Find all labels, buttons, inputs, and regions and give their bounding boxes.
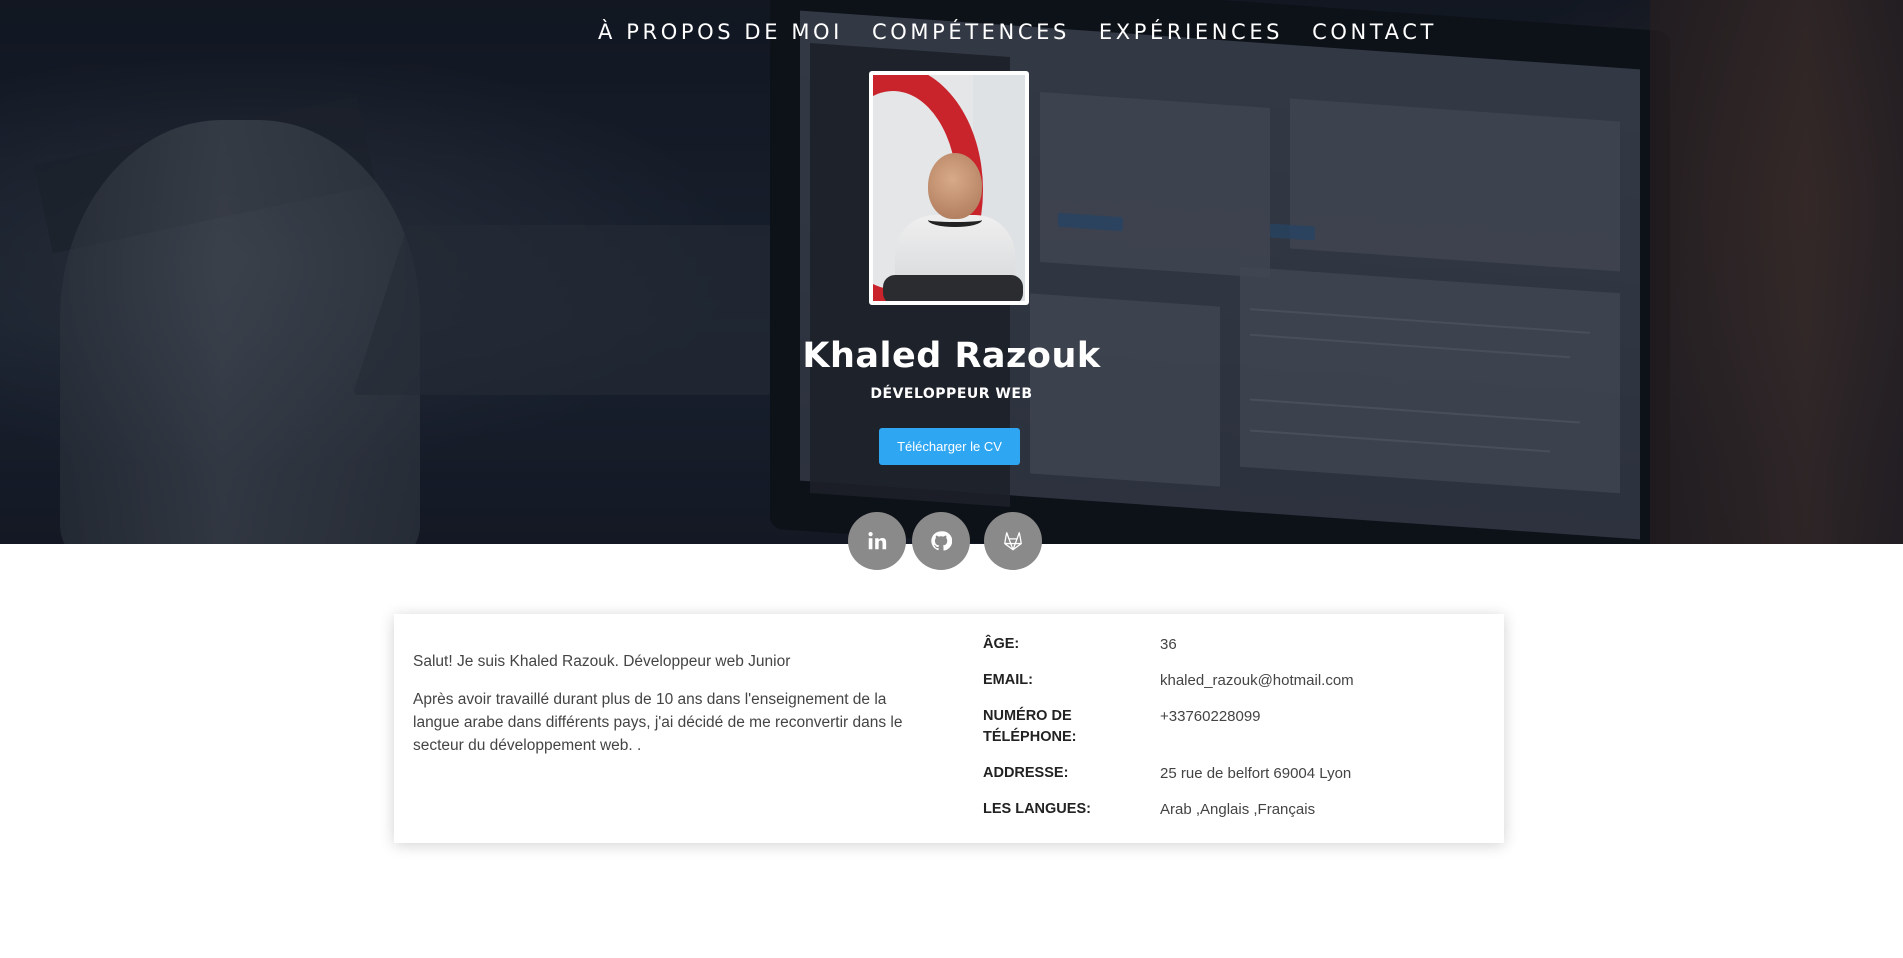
profile-role: DÉVELOPPEUR WEB: [870, 386, 1033, 402]
download-cv-button[interactable]: Télécharger le CV: [879, 428, 1020, 465]
info-row-address: ADDRESSE: 25 rue de belfort 69004 Lyon: [983, 763, 1483, 784]
github-button[interactable]: [912, 512, 970, 570]
nav-item-experiences[interactable]: EXPÉRIENCES: [1099, 20, 1283, 44]
about-intro: Salut! Je suis Khaled Razouk. Développeu…: [413, 650, 933, 772]
info-row-languages: LES LANGUES: Arab ,Anglais ,Français: [983, 799, 1483, 820]
info-label: NUMÉRO DE TÉLÉPHONE:: [983, 708, 1077, 745]
info-row-email: EMAIL: khaled_razouk@hotmail.com: [983, 670, 1483, 691]
info-row-age: ÂGE: 36: [983, 634, 1483, 655]
info-value: 25 rue de belfort 69004 Lyon: [1160, 765, 1352, 782]
nav-item-skills[interactable]: COMPÉTENCES: [872, 20, 1070, 44]
linkedin-icon: [868, 532, 887, 550]
linkedin-button[interactable]: [848, 512, 906, 570]
profile-photo-frame: [869, 71, 1029, 305]
about-greeting: Salut! Je suis Khaled Razouk. Développeu…: [413, 653, 791, 670]
info-value: +33760228099: [1160, 708, 1261, 725]
nav-item-about[interactable]: À PROPOS DE MOI: [598, 20, 843, 44]
about-card: Salut! Je suis Khaled Razouk. Développeu…: [394, 614, 1504, 843]
info-value: khaled_razouk@hotmail.com: [1160, 672, 1354, 689]
github-icon: [931, 531, 952, 551]
info-row-phone: NUMÉRO DE TÉLÉPHONE: +33760228099: [983, 706, 1483, 748]
personal-info-list: ÂGE: 36 EMAIL: khaled_razouk@hotmail.com…: [983, 634, 1483, 835]
gitlab-icon: [1004, 532, 1022, 551]
info-label: ADDRESSE:: [983, 765, 1069, 781]
info-value: Arab ,Anglais ,Français: [1160, 801, 1316, 818]
profile-photo: [873, 75, 1025, 301]
social-links: [848, 512, 1042, 570]
info-label: ÂGE:: [983, 636, 1020, 652]
info-label: EMAIL:: [983, 672, 1033, 688]
info-value: 36: [1160, 636, 1177, 653]
hero-section: À PROPOS DE MOI COMPÉTENCES EXPÉRIENCES …: [0, 0, 1903, 544]
nav-item-contact[interactable]: CONTACT: [1312, 20, 1437, 44]
main-nav: À PROPOS DE MOI COMPÉTENCES EXPÉRIENCES …: [598, 20, 1437, 44]
gitlab-button[interactable]: [984, 512, 1042, 570]
info-label: LES LANGUES:: [983, 801, 1091, 817]
about-bio: Après avoir travaillé durant plus de 10 …: [413, 691, 903, 754]
profile-name: Khaled Razouk: [802, 336, 1101, 376]
